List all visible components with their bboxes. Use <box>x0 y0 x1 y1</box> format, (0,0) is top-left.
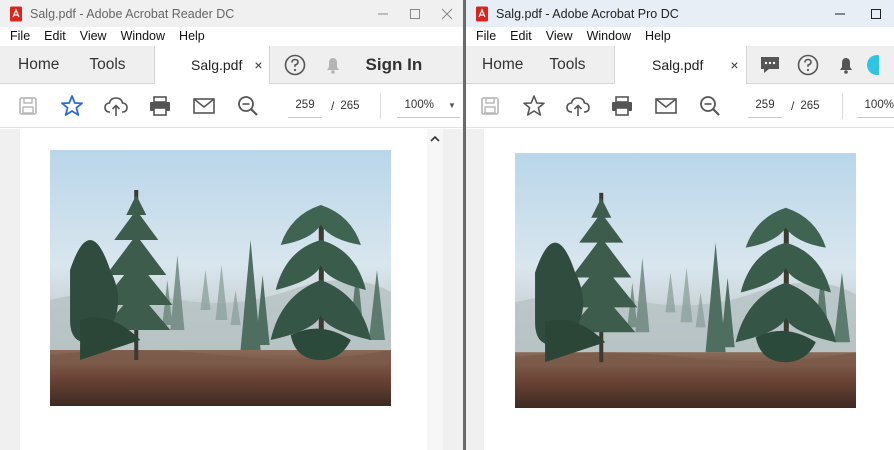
window-title: Salg.pdf - Adobe Acrobat Pro DC <box>496 6 679 21</box>
tab-document-label: Salg.pdf <box>651 57 704 73</box>
desktop-screen: Salg.pdf - Adobe Acrobat Reader DC File … <box>0 0 894 450</box>
tab-tools[interactable]: Tools <box>74 46 153 83</box>
print-icon[interactable] <box>600 84 644 128</box>
tab-document[interactable]: Salg.pdf × <box>153 46 270 84</box>
forest-photo <box>50 150 391 406</box>
save-icon[interactable] <box>468 84 512 128</box>
print-icon[interactable] <box>138 84 182 128</box>
toolbar-divider <box>841 92 843 119</box>
page-number-input[interactable]: 259 <box>288 94 322 118</box>
star-icon[interactable] <box>50 84 94 128</box>
page-separator: / <box>791 98 795 113</box>
help-icon[interactable] <box>276 46 314 84</box>
zoom-select[interactable]: 100% <box>856 94 894 118</box>
page-total: 265 <box>800 99 820 112</box>
page-total: 265 <box>340 99 360 112</box>
minimize-icon[interactable] <box>367 0 399 27</box>
tab-close-icon[interactable]: × <box>254 57 262 73</box>
tab-document-label: Salg.pdf <box>190 57 243 73</box>
tab-tools[interactable]: Tools <box>538 46 613 83</box>
pdf-page <box>484 129 894 450</box>
maximize-icon[interactable] <box>399 0 431 27</box>
chevron-up-icon <box>430 135 440 142</box>
avatar[interactable] <box>865 46 885 84</box>
upload-cloud-icon[interactable] <box>94 84 138 128</box>
save-icon[interactable] <box>6 84 50 128</box>
pdf-page <box>20 129 427 450</box>
maximize-icon[interactable] <box>858 0 894 27</box>
page-separator: / <box>331 98 335 113</box>
forest-photo <box>515 153 856 408</box>
star-icon[interactable] <box>512 84 556 128</box>
menu-window[interactable]: Window <box>114 27 172 46</box>
menu-help[interactable]: Help <box>638 27 678 46</box>
zoom-search-icon[interactable] <box>226 84 270 128</box>
zoom-value: 100% <box>404 99 434 111</box>
close-icon[interactable] <box>431 0 463 27</box>
help-icon[interactable] <box>789 46 827 84</box>
tab-home[interactable]: Home <box>466 46 538 83</box>
menu-view[interactable]: View <box>539 27 580 46</box>
pdf-file-icon <box>8 6 24 22</box>
chevron-down-icon: ▼ <box>447 100 456 110</box>
menu-bar: File Edit View Window Help <box>0 27 463 46</box>
acrobat-pro-window: Salg.pdf - Adobe Acrobat Pro DC File Edi… <box>465 0 894 450</box>
title-bar[interactable]: Salg.pdf - Adobe Acrobat Pro DC <box>466 0 894 27</box>
vertical-scrollbar[interactable] <box>427 129 443 450</box>
bell-icon[interactable] <box>827 46 865 84</box>
mail-icon[interactable] <box>182 84 226 128</box>
tab-bar: Home Tools Salg.pdf × Sign In <box>0 46 463 84</box>
tab-close-icon[interactable]: × <box>730 57 738 73</box>
title-bar[interactable]: Salg.pdf - Adobe Acrobat Reader DC <box>0 0 463 27</box>
menu-file[interactable]: File <box>3 27 37 46</box>
tools-toolbar: 259 / 265 100% <box>466 84 894 128</box>
acrobat-reader-window: Salg.pdf - Adobe Acrobat Reader DC File … <box>0 0 463 450</box>
menu-view[interactable]: View <box>73 27 114 46</box>
pdf-file-icon <box>474 6 490 22</box>
tab-home[interactable]: Home <box>0 46 74 83</box>
bell-icon[interactable] <box>314 46 352 84</box>
tab-bar: Home Tools Salg.pdf × <box>466 46 894 84</box>
upload-cloud-icon[interactable] <box>556 84 600 128</box>
menu-file[interactable]: File <box>469 27 503 46</box>
zoom-value: 100% <box>864 99 894 111</box>
toolbar-divider <box>379 92 381 119</box>
menu-help[interactable]: Help <box>172 27 212 46</box>
sign-in-button[interactable]: Sign In <box>352 46 449 83</box>
mail-icon[interactable] <box>644 84 688 128</box>
minimize-icon[interactable] <box>822 0 858 27</box>
zoom-select[interactable]: 100% ▼ <box>396 94 460 118</box>
tab-document[interactable]: Salg.pdf × <box>613 46 747 84</box>
menu-edit[interactable]: Edit <box>37 27 73 46</box>
comment-icon[interactable] <box>751 46 789 84</box>
menu-bar: File Edit View Window Help <box>466 27 894 46</box>
menu-window[interactable]: Window <box>580 27 638 46</box>
document-area[interactable] <box>0 129 463 450</box>
window-title: Salg.pdf - Adobe Acrobat Reader DC <box>30 6 235 21</box>
tools-toolbar: 259 / 265 100% ▼ <box>0 84 463 128</box>
zoom-search-icon[interactable] <box>688 84 732 128</box>
menu-edit[interactable]: Edit <box>503 27 539 46</box>
document-area[interactable] <box>466 129 894 450</box>
page-number-input[interactable]: 259 <box>748 94 782 118</box>
